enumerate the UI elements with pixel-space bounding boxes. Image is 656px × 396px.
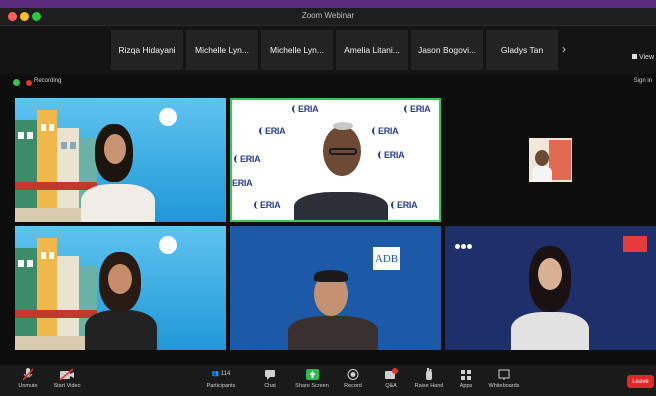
meeting-toolbar: Unmute Start Video 👥 114 Participants Ch… — [0, 365, 656, 396]
menu-bar-strip — [0, 0, 656, 8]
video-tile-5[interactable]: ADB — [230, 226, 441, 350]
whiteboards-button[interactable]: Whiteboards — [484, 368, 524, 389]
participant-name: Gladys Tan — [500, 45, 544, 55]
participant-name: Amelia Litani... — [344, 45, 400, 55]
participant-tile[interactable]: Gladys Tan — [486, 30, 558, 70]
video-camera-icon — [59, 368, 74, 381]
eria-logo: ERIA — [291, 104, 319, 114]
participant-tile[interactable]: Michelle Lyn... — [261, 30, 333, 70]
participant-tile[interactable]: Michelle Lyn... — [186, 30, 258, 70]
raise-hand-icon — [426, 368, 432, 380]
participant-count: 114 — [220, 371, 231, 377]
apps-label: Apps — [459, 383, 473, 389]
apps-icon — [461, 370, 471, 380]
partner-logos — [455, 236, 485, 249]
start-video-label: Start Video — [53, 383, 81, 389]
apps-button[interactable]: Apps — [446, 368, 486, 389]
participants-icon: 👥 114 — [211, 371, 231, 377]
video-tile-4[interactable] — [15, 226, 226, 350]
start-video-button[interactable]: Start Video — [47, 368, 87, 389]
chat-button[interactable]: Chat — [250, 368, 290, 389]
status-row: Recording Sign in — [0, 76, 656, 90]
eria-logo: ERIA — [232, 178, 253, 188]
chat-label: Chat — [264, 383, 276, 389]
view-button-label: View — [638, 54, 654, 61]
eria-logo: ERIA — [253, 200, 281, 210]
participant-tile[interactable]: Jason Bogovi... — [411, 30, 483, 70]
event-logo — [623, 236, 647, 252]
video-tile-3[interactable] — [445, 98, 656, 222]
record-icon — [347, 369, 359, 380]
video-tile-6[interactable] — [445, 226, 656, 350]
participant-name: Michelle Lyn... — [194, 45, 249, 55]
record-button[interactable]: Record — [333, 368, 373, 389]
qa-button[interactable]: Q&A — [371, 368, 411, 389]
eria-logo: ERIA — [258, 126, 286, 136]
participant-name: Rizqa Hidayani — [118, 45, 176, 55]
recording-label: Recording — [34, 78, 62, 84]
adb-logo: ADB — [373, 247, 400, 270]
unmute-button[interactable]: Unmute — [8, 368, 48, 389]
eria-logo: ERIA — [377, 150, 405, 160]
share-screen-icon — [305, 369, 319, 380]
share-screen-button[interactable]: Share Screen — [292, 368, 332, 389]
view-button[interactable]: View — [631, 54, 654, 61]
window-title: Zoom Webinar — [301, 11, 355, 20]
eria-logo: ERIA — [233, 154, 261, 164]
recording-dot-icon — [26, 80, 32, 86]
participant-thumbnail — [529, 138, 572, 182]
microphone-icon — [22, 368, 34, 381]
eria-logo: ERIA — [371, 126, 399, 136]
qa-label: Q&A — [385, 383, 397, 389]
record-label: Record — [344, 383, 362, 389]
participant-name: Jason Bogovi... — [417, 45, 477, 55]
raise-hand-label: Raise Hand — [414, 383, 444, 389]
security-shield-icon[interactable] — [13, 79, 20, 86]
qa-icon — [385, 368, 398, 379]
participant-name: Michelle Lyn... — [269, 45, 324, 55]
share-screen-label: Share Screen — [295, 383, 329, 389]
whiteboard-icon — [498, 369, 510, 380]
participant-tile[interactable]: Amelia Litani... — [336, 30, 408, 70]
chevron-right-icon[interactable]: › — [562, 42, 566, 56]
window-titlebar: Zoom Webinar — [0, 8, 656, 26]
participant-strip: Rizqa Hidayani Michelle Lyn... Michelle … — [0, 26, 656, 74]
sign-in-link[interactable]: Sign in — [634, 78, 652, 84]
raise-hand-button[interactable]: Raise Hand — [409, 368, 449, 389]
video-tile-1[interactable] — [15, 98, 226, 222]
grid-view-icon — [631, 54, 637, 59]
unmute-label: Unmute — [18, 383, 38, 389]
chat-icon — [265, 370, 275, 380]
org-logo — [159, 236, 177, 254]
video-tile-2-active-speaker[interactable]: ERIA ERIA ERIA ERIA ERIA ERIA ERIA ERIA … — [230, 98, 441, 222]
eria-logo: ERIA — [403, 104, 431, 114]
participants-label: Participants — [206, 383, 236, 389]
whiteboards-label: Whiteboards — [488, 383, 520, 389]
participant-tile[interactable]: Rizqa Hidayani — [111, 30, 183, 70]
leave-button[interactable]: Leave — [627, 375, 654, 388]
participants-button[interactable]: 👥 114 Participants — [201, 368, 241, 389]
org-logo — [159, 108, 177, 126]
eria-logo: ERIA — [390, 200, 418, 210]
